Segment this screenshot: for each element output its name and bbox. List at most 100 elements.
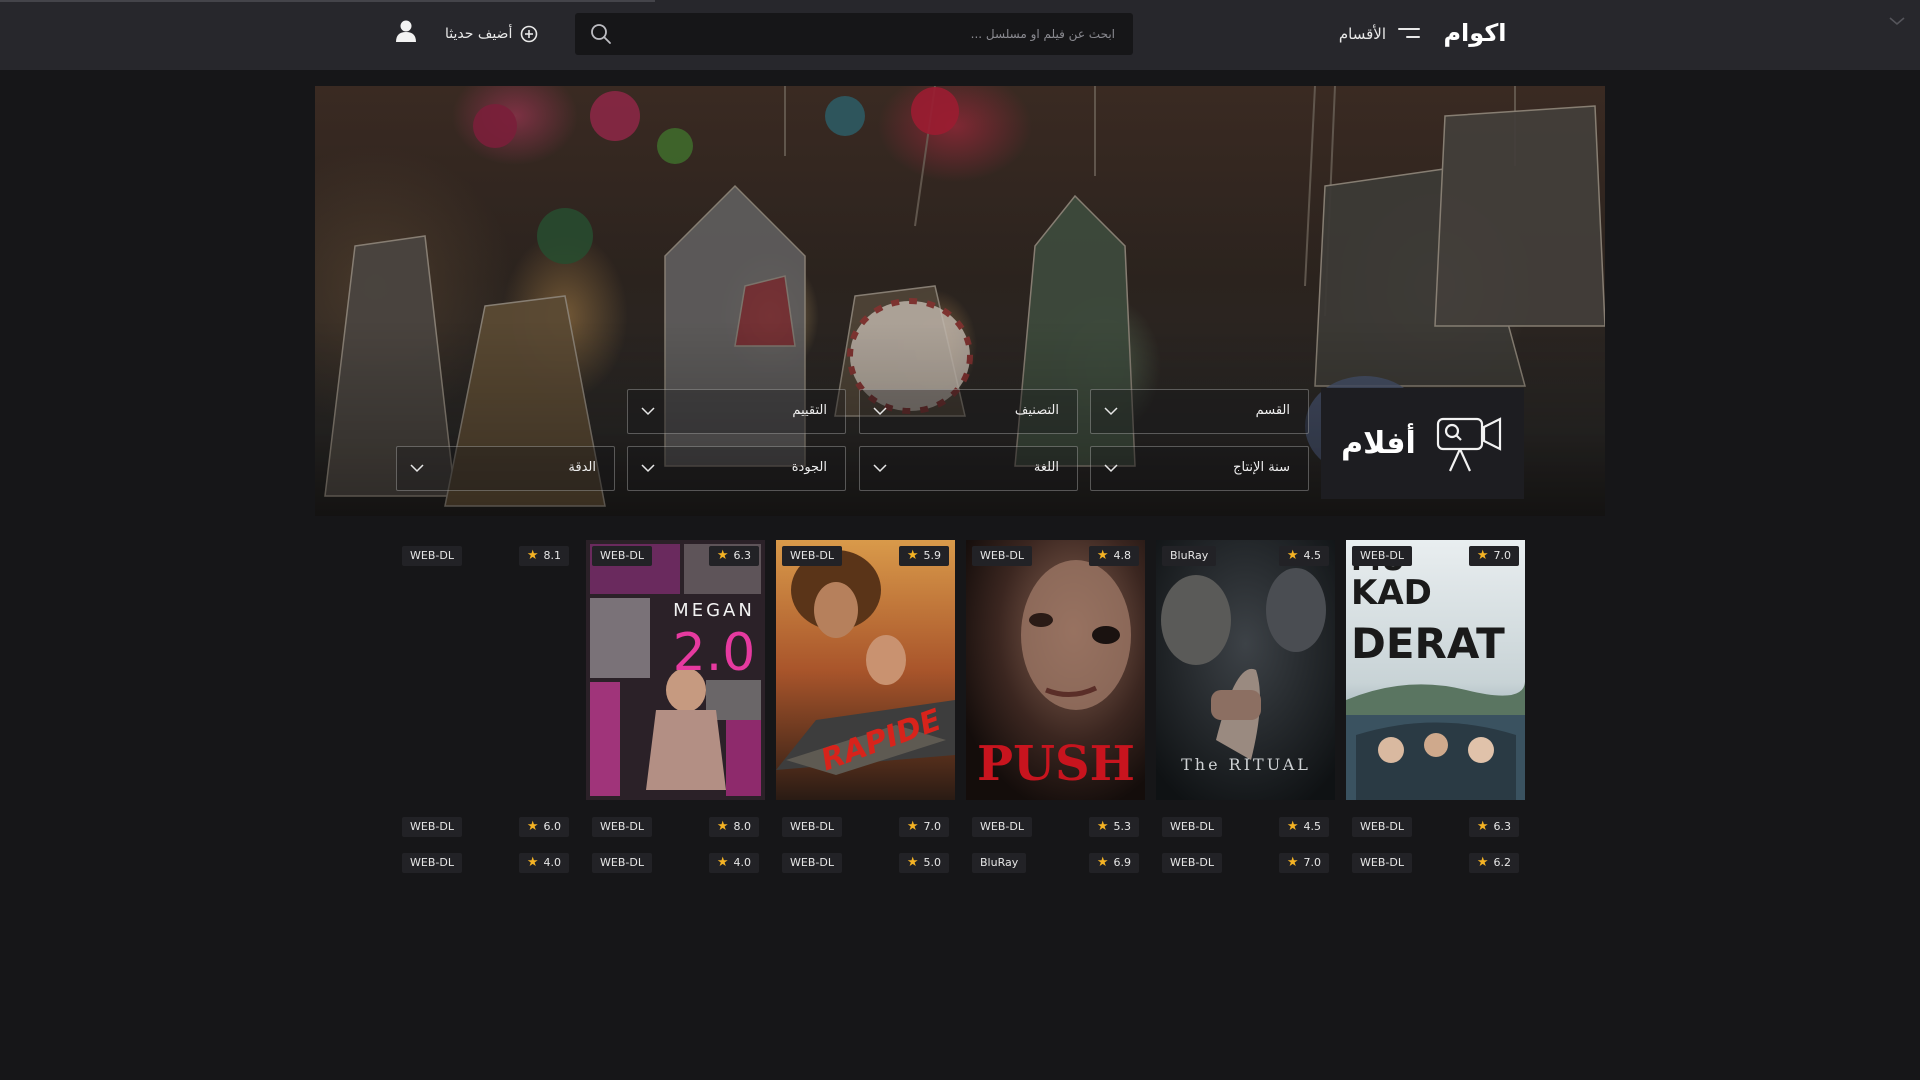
rating-value: 6.2 [1493,856,1512,869]
movie-card[interactable]: WEB-DL ★ 6.0 [396,817,575,837]
star-icon: ★ [906,855,919,870]
rating-value: 4.0 [543,856,562,869]
filter-category[interactable]: القسم [1090,389,1309,434]
star-icon: ★ [526,855,539,870]
movies-section-badge: أفلام [1321,388,1524,499]
filter-resolution-label: الدقة [568,460,596,475]
movie-card[interactable]: MEGAN 2.0 WEB-DL ★ 6.3 [586,540,765,800]
quality-label: BluRay [1170,549,1209,562]
rating-value: 5.0 [923,856,942,869]
rating-value: 4.8 [1113,549,1132,562]
user-icon[interactable] [393,18,419,44]
logo-text: اكوام [1443,19,1506,47]
movie-card[interactable]: WEB-DL ★ 8.1 [396,540,575,800]
chevron-down-icon [873,407,887,416]
star-icon: ★ [1096,548,1109,563]
page-load-bar [0,0,655,2]
movie-card[interactable]: WEB-DL ★ 7.0 [776,817,955,837]
movie-card[interactable]: WEB-DL ★ 4.5 [1156,817,1335,837]
star-icon: ★ [526,819,539,834]
star-icon: ★ [716,855,729,870]
quality-badge: WEB-DL [402,817,462,837]
quality-label: WEB-DL [600,820,644,833]
quality-badge: BluRay [972,853,1027,873]
rating-value: 6.0 [543,820,562,833]
chevron-down-icon[interactable] [1888,14,1906,28]
rating-badge: ★ 6.2 [1468,853,1519,873]
quality-label: WEB-DL [1360,820,1404,833]
categories-menu-button[interactable]: الأقسام [1310,20,1420,48]
movie-poster-push: PUSH [966,540,1145,800]
movie-card[interactable]: WEB-DL ★ 5.3 [966,817,1145,837]
filter-quality-label: الجودة [791,460,827,475]
movie-card[interactable]: WEB-DL ★ 8.0 [586,817,765,837]
quality-label: WEB-DL [600,856,644,869]
movie-card[interactable]: WEB-DL ★ 5.0 [776,853,955,873]
star-icon: ★ [1476,855,1489,870]
star-icon: ★ [1286,548,1299,563]
movie-card[interactable]: WEB-DL ★ 4.0 [586,853,765,873]
rating-badge: ★ 4.0 [518,853,569,873]
rating-badge: ★ 6.9 [1088,853,1139,873]
rating-badge: ★ 4.5 [1278,546,1329,566]
quality-label: WEB-DL [410,820,454,833]
poster-title: The RITUAL [1181,755,1311,774]
movie-card[interactable]: PUSH WEB-DL ★ 4.8 [966,540,1145,800]
poster-title-line1: MEGAN [673,600,755,621]
quality-label: WEB-DL [1170,820,1214,833]
recently-added-link[interactable]: أضيف حديثا [445,20,538,48]
quality-badge: WEB-DL [592,546,652,566]
rating-badge: ★ 6.0 [518,817,569,837]
quality-badge: BluRay [1162,546,1217,566]
search-input[interactable] [625,13,1125,55]
movie-card[interactable]: WEB-DL ★ 4.0 [396,853,575,873]
rating-value: 4.5 [1303,549,1322,562]
movie-card[interactable]: WEB-DL ★ 6.2 [1346,853,1525,873]
search-icon[interactable] [589,22,613,46]
star-icon: ★ [526,548,539,563]
poster-title-line3: DERAT [1351,619,1505,668]
quality-badge: WEB-DL [592,817,652,837]
movie-card[interactable]: WEB-DL ★ 7.0 [1156,853,1335,873]
categories-menu-label: الأقسام [1338,25,1386,43]
poster-title: PUSH [977,736,1135,792]
rating-badge: ★ 6.3 [1468,817,1519,837]
movie-card[interactable]: WEB-DL ★ 6.3 [1346,817,1525,837]
quality-label: WEB-DL [1360,549,1404,562]
quality-badge: WEB-DL [782,546,842,566]
filter-language[interactable]: اللغة [859,446,1078,491]
movie-card[interactable]: BluRay ★ 6.9 [966,853,1145,873]
filter-quality[interactable]: الجودة [627,446,846,491]
rating-badge: ★ 4.8 [1088,546,1139,566]
quality-label: WEB-DL [410,549,454,562]
quality-badge: WEB-DL [1352,546,1412,566]
quality-label: WEB-DL [410,856,454,869]
star-icon: ★ [1096,819,1109,834]
chevron-down-icon [873,464,887,473]
filter-rating[interactable]: التقييم [627,389,846,434]
rating-value: 6.3 [1493,820,1512,833]
movie-camera-icon [1436,416,1501,471]
quality-label: WEB-DL [1360,856,1404,869]
star-icon: ★ [716,548,729,563]
quality-badge: WEB-DL [402,546,462,566]
filter-genre[interactable]: التصنيف [859,389,1078,434]
movie-card[interactable]: The RITUAL BluRay ★ 4.5 [1156,540,1335,800]
star-icon: ★ [1286,819,1299,834]
movie-card[interactable]: MU KAD DERAT WEB-DL ★ 7.0 [1346,540,1525,800]
quality-label: WEB-DL [600,549,644,562]
quality-label: WEB-DL [980,820,1024,833]
rating-value: 7.0 [1303,856,1322,869]
site-logo[interactable]: اكوام [1425,17,1525,49]
filter-category-label: القسم [1255,403,1290,418]
filter-resolution[interactable]: الدقة [396,446,615,491]
chevron-down-icon [1104,407,1118,416]
rating-badge: ★ 7.0 [898,817,949,837]
movie-card[interactable]: RAPIDE WEB-DL ★ 5.9 [776,540,955,800]
quality-badge: WEB-DL [972,817,1032,837]
filter-production-year[interactable]: سنة الإنتاج [1090,446,1309,491]
rating-badge: ★ 6.3 [708,546,759,566]
movie-poster-rapide: RAPIDE [776,540,955,800]
quality-badge: WEB-DL [972,546,1032,566]
star-icon: ★ [1476,819,1489,834]
